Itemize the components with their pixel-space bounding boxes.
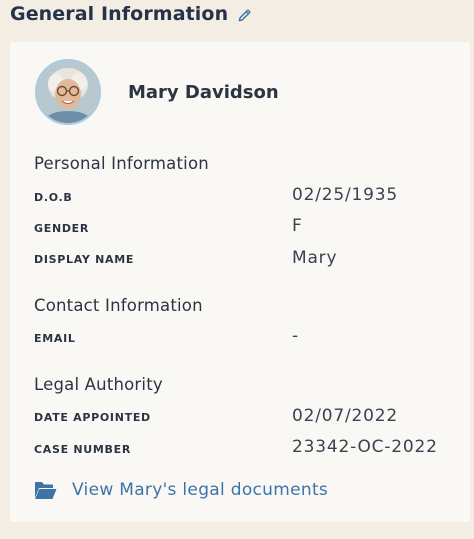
- date-appointed-label: DATE APPOINTED: [34, 411, 151, 424]
- profile-name: Mary Davidson: [128, 82, 279, 103]
- display-name-value: Mary: [292, 248, 338, 268]
- email-label: EMAIL: [34, 332, 76, 345]
- edit-button[interactable]: [235, 6, 253, 24]
- pencil-icon: [238, 9, 251, 21]
- gender-label: GENDER: [34, 222, 90, 235]
- view-legal-documents-label[interactable]: View Mary's legal documents: [72, 480, 328, 500]
- dob-label: D.O.B: [34, 191, 73, 204]
- gender-value: F: [292, 216, 303, 236]
- case-number-value: 23342-OC-2022: [292, 437, 438, 457]
- personal-info-heading: Personal Information: [34, 154, 209, 173]
- case-number-label: CASE NUMBER: [34, 443, 132, 456]
- email-value: -: [292, 326, 299, 346]
- dob-value: 02/25/1935: [292, 185, 398, 205]
- contact-info-heading: Contact Information: [34, 296, 203, 315]
- avatar-photo: [37, 61, 99, 123]
- page-title: General Information: [10, 3, 229, 25]
- legal-authority-heading: Legal Authority: [34, 375, 163, 394]
- avatar: [35, 59, 101, 125]
- view-legal-documents-link[interactable]: View Mary's legal documents: [34, 480, 328, 500]
- display-name-label: DISPLAY NAME: [34, 253, 135, 266]
- folder-open-icon: [35, 481, 57, 499]
- section-header: General Information: [10, 3, 253, 25]
- general-info-card: Mary Davidson Personal Information D.O.B…: [10, 42, 470, 522]
- date-appointed-value: 02/07/2022: [292, 406, 398, 426]
